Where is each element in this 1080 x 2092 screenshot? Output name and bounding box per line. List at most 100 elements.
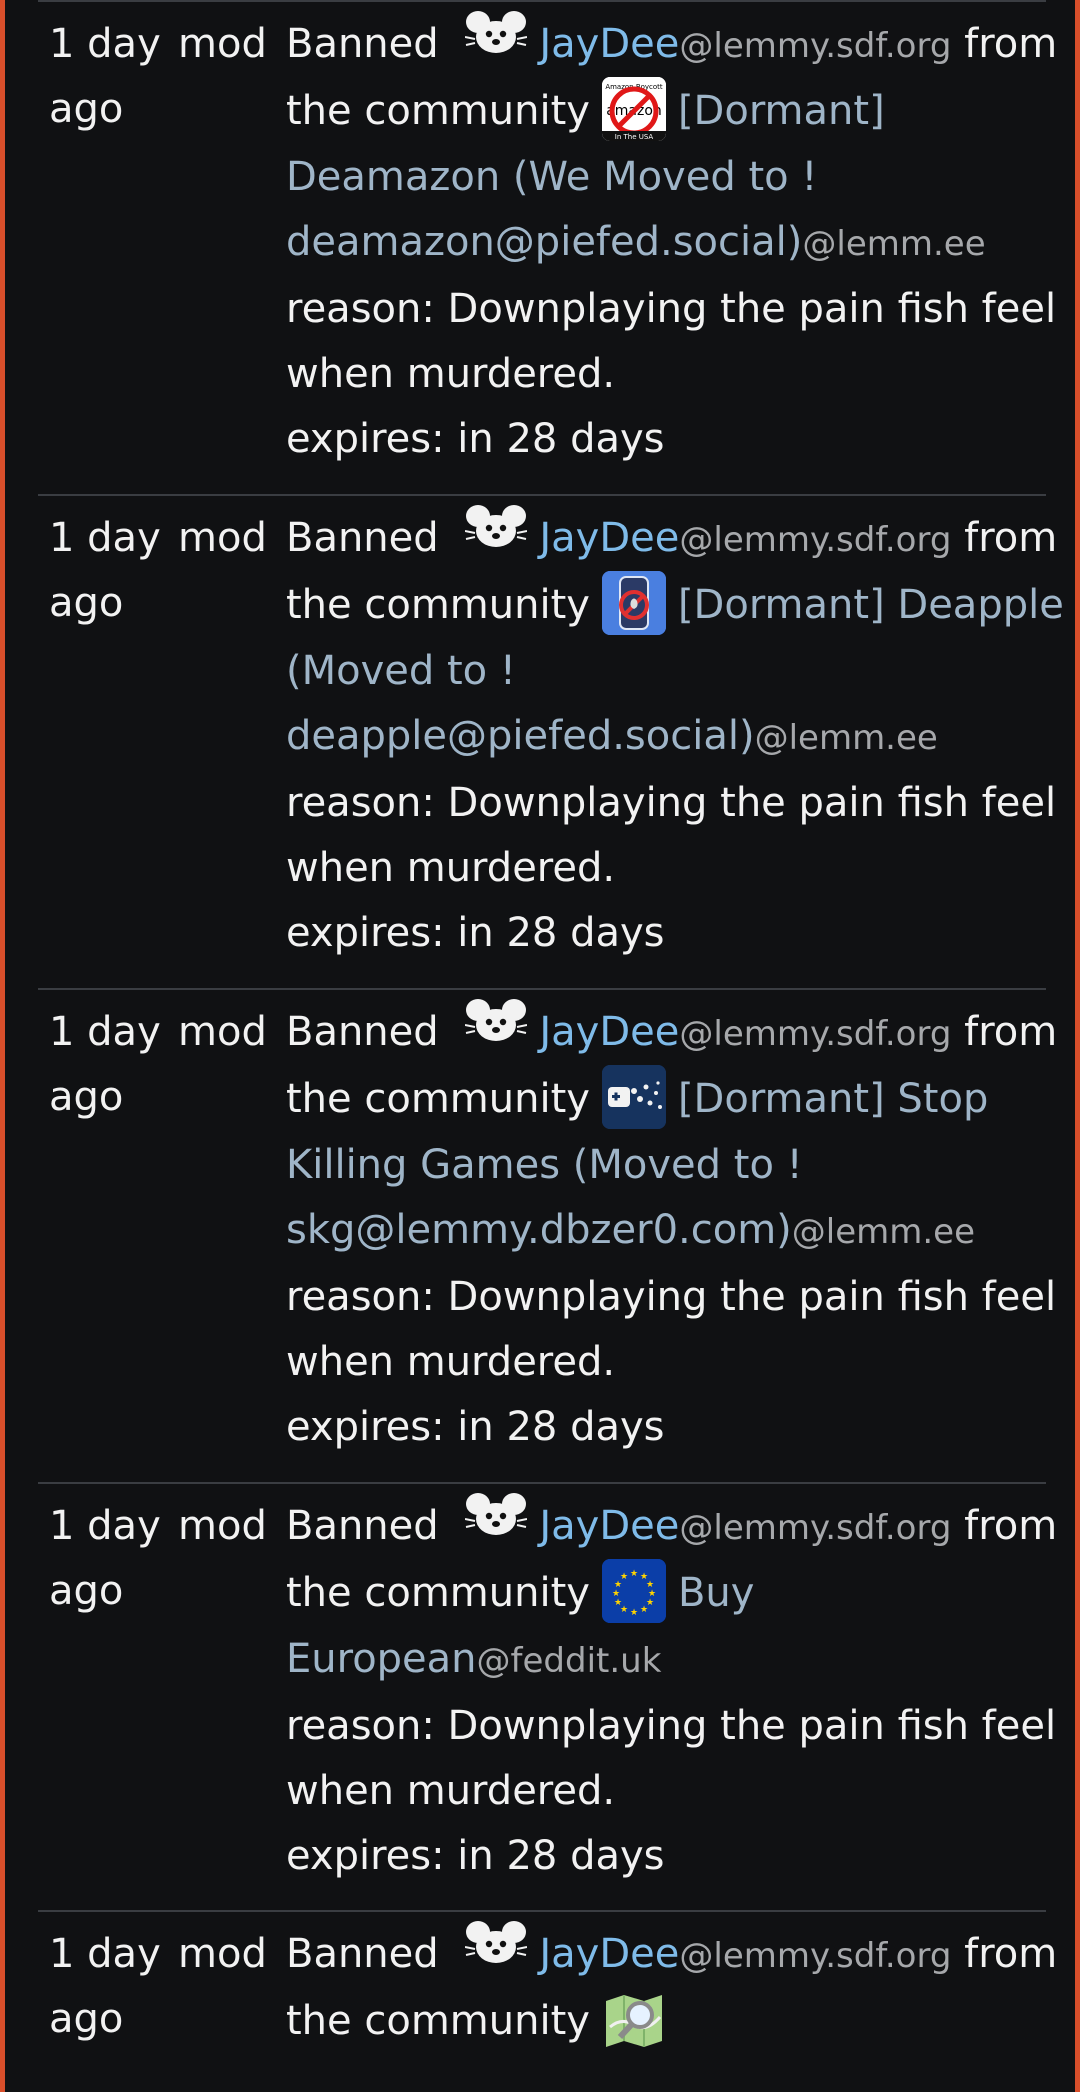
user-link[interactable]: JayDee	[539, 1009, 679, 1055]
modlog-table: 1 day ago mod Banned JayDee@lemmy.sdf.or…	[38, 0, 1064, 2092]
time-line: 1 day	[49, 1009, 161, 1055]
svg-text:★: ★	[612, 1589, 620, 1599]
time-line: ago	[49, 1996, 124, 2042]
action-verb: Banned	[286, 21, 439, 67]
community-host: @lemm.ee	[791, 1212, 976, 1252]
user-avatar-icon	[465, 1919, 528, 1985]
eu-flag-icon: ★ ★ ★ ★ ★ ★ ★ ★ ★ ★ ★ ★	[601, 1559, 666, 1623]
ban-expires: expires: in 28 days	[286, 416, 665, 462]
time-line: ago	[49, 86, 124, 132]
row-actor: mod	[178, 1931, 267, 1977]
user-avatar-icon	[465, 503, 528, 569]
community-link[interactable]: Killing Games (Moved to !	[286, 1133, 1056, 1198]
community-host: @lemm.ee	[754, 718, 938, 758]
deamazon-icon: Amazon BoycottamazonIn The USA	[601, 77, 666, 141]
time-line: 1 day	[49, 1931, 161, 1977]
modlog-row: 1 day ago mod Banned JayDee@lemmy.sdf.or…	[38, 988, 1057, 1482]
time-line: ago	[49, 1074, 124, 1120]
svg-text:In The USA: In The USA	[615, 133, 654, 141]
community-link[interactable]: European	[286, 1636, 477, 1682]
modlog-row: 1 day ago mod Banned JayDee@lemmy.sdf.or…	[38, 494, 1064, 988]
community-host: @feddit.uk	[476, 1641, 662, 1681]
stop-killing-games-icon	[601, 1065, 666, 1129]
community-prefix: the community	[286, 1076, 590, 1122]
action-verb: Banned	[286, 1503, 439, 1549]
user-avatar-icon	[465, 1491, 528, 1557]
row-action: Banned JayDee@lemmy.sdf.org from the com…	[286, 496, 1064, 982]
from-text: from	[964, 515, 1058, 561]
time-line: 1 day	[49, 1503, 161, 1549]
ban-reason-cont: when murdered.	[286, 351, 616, 397]
svg-text:★: ★	[630, 1569, 638, 1579]
community-prefix: the community	[286, 1998, 590, 2044]
ban-expires: expires: in 28 days	[286, 910, 665, 956]
row-actor: mod	[178, 515, 267, 561]
time-line: 1 day	[49, 21, 161, 67]
community-link[interactable]: Deamazon (We Moved to !	[286, 145, 1056, 210]
community-link[interactable]: [Dormant]	[678, 88, 885, 134]
svg-text:★: ★	[620, 1572, 628, 1582]
community-prefix: the community	[286, 582, 590, 628]
community-link[interactable]: skg@lemmy.dbzer0.com)	[286, 1207, 792, 1253]
action-verb: Banned	[286, 515, 439, 561]
user-link[interactable]: JayDee	[539, 1931, 679, 1977]
community-link[interactable]: [Dormant] Deapple	[678, 582, 1064, 628]
svg-text:★: ★	[640, 1605, 648, 1615]
community-link[interactable]: (Moved to !	[286, 639, 1056, 704]
row-action: Banned JayDee@lemmy.sdf.org from the com…	[286, 990, 1058, 1476]
time-line: ago	[49, 580, 124, 626]
user-host: @lemmy.sdf.org	[679, 1014, 952, 1054]
row-time: 1 day ago	[49, 1000, 169, 1130]
svg-text:★: ★	[630, 1608, 638, 1618]
row-action: Banned JayDee@lemmy.sdf.org from the com…	[286, 1484, 1058, 1905]
user-avatar-icon	[465, 997, 528, 1063]
time-line: 1 day	[49, 515, 161, 561]
user-link[interactable]: JayDee	[539, 1503, 679, 1549]
ban-reason-cont: when murdered.	[286, 1339, 616, 1385]
map-search-icon	[602, 1987, 666, 2051]
ban-reason: reason: Downplaying the pain fish feel	[286, 1703, 1057, 1749]
row-time: 1 day ago	[49, 506, 169, 636]
row-actor: mod	[178, 1009, 267, 1055]
user-host: @lemmy.sdf.org	[679, 520, 952, 560]
from-text: from	[964, 21, 1058, 67]
modlog-row: 1 day ago mod Banned JayDee@lemmy.sdf.or…	[38, 1482, 1057, 1910]
row-time: 1 day ago	[49, 1922, 169, 2052]
user-link[interactable]: JayDee	[539, 21, 679, 67]
community-prefix: the community	[286, 88, 590, 134]
deapple-icon	[601, 571, 666, 635]
from-text: from	[964, 1503, 1058, 1549]
row-actor: mod	[178, 21, 267, 67]
community-link[interactable]: [Dormant] Stop	[678, 1076, 988, 1122]
svg-text:★: ★	[614, 1598, 622, 1608]
row-time: 1 day ago	[49, 1494, 169, 1624]
ban-reason-cont: when murdered.	[286, 1768, 616, 1814]
time-line: ago	[49, 1568, 124, 1614]
user-host: @lemmy.sdf.org	[679, 1936, 952, 1976]
community-link[interactable]: deapple@piefed.social)	[286, 713, 755, 759]
ban-reason: reason: Downplaying the pain fish feel	[286, 1274, 1057, 1320]
user-avatar-icon	[465, 9, 528, 75]
row-action: Banned JayDee@lemmy.sdf.org from the com…	[286, 2, 1058, 488]
user-host: @lemmy.sdf.org	[679, 26, 952, 66]
ban-reason: reason: Downplaying the pain fish feel	[286, 780, 1057, 826]
action-verb: Banned	[286, 1009, 439, 1055]
community-link[interactable]: Buy	[678, 1570, 754, 1616]
community-host: @lemm.ee	[802, 224, 986, 264]
modlog-frame: 1 day ago mod Banned JayDee@lemmy.sdf.or…	[5, 0, 1075, 2092]
row-action: Banned JayDee@lemmy.sdf.org from the com…	[286, 1912, 1058, 2071]
row-time: 1 day ago	[49, 12, 169, 142]
ban-reason: reason: Downplaying the pain fish feel	[286, 286, 1057, 332]
modlog-row: 1 day ago mod Banned JayDee@lemmy.sdf.or…	[38, 1910, 1057, 2092]
from-text: from	[964, 1931, 1058, 1977]
community-link[interactable]: deamazon@piefed.social)	[286, 219, 802, 265]
user-host: @lemmy.sdf.org	[679, 1508, 952, 1548]
community-prefix: the community	[286, 1570, 590, 1616]
modlog-row: 1 day ago mod Banned JayDee@lemmy.sdf.or…	[38, 0, 1057, 494]
ban-reason-cont: when murdered.	[286, 845, 616, 891]
user-link[interactable]: JayDee	[539, 515, 679, 561]
action-verb: Banned	[286, 1931, 439, 1977]
from-text: from	[964, 1009, 1058, 1055]
row-actor: mod	[178, 1503, 267, 1549]
ban-expires: expires: in 28 days	[286, 1833, 665, 1879]
